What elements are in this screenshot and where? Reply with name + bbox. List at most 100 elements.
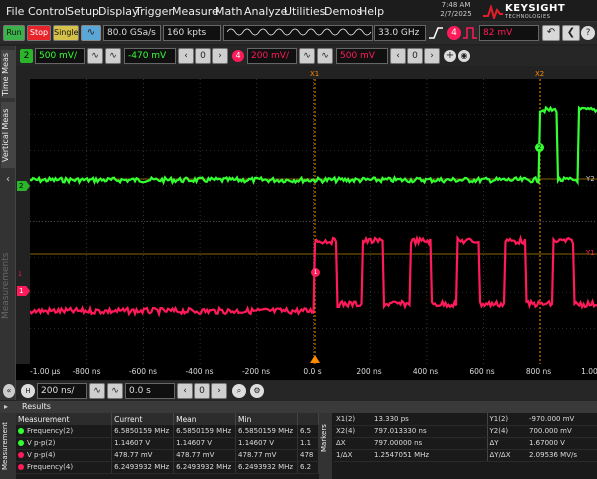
zoom-icon[interactable]: ⌕ xyxy=(232,384,246,398)
trigger-position-icon[interactable] xyxy=(310,355,320,363)
marker-value: 797.013330 ns xyxy=(372,425,488,438)
sample-rate-field[interactable]: 80.0 GSa/s xyxy=(103,25,161,41)
trigger-level-field[interactable]: 82 mV xyxy=(479,25,539,41)
min-value: 1.14607 V xyxy=(235,437,298,450)
time-position-field[interactable]: 0.0 s xyxy=(125,383,175,399)
measurement-label: V p-p(4) xyxy=(27,451,56,459)
time-tick-label: -1.00 µs xyxy=(30,367,61,376)
ch2-offset-zero-icon[interactable]: 0 xyxy=(195,48,211,64)
menu-utilities[interactable]: Utilities xyxy=(284,5,325,18)
menu-help[interactable]: Help xyxy=(359,5,384,18)
tab-measurement[interactable]: Measurement xyxy=(1,415,15,477)
horizontal-menu-icon[interactable]: H xyxy=(21,384,35,398)
time-tick-label: 0.0 s xyxy=(303,367,322,376)
clock-date: 2/7/2025 xyxy=(440,10,472,18)
menu-control[interactable]: Control xyxy=(28,5,68,18)
time-tick-label: -400 ns xyxy=(185,367,214,376)
trigger-source-icon[interactable]: 4 xyxy=(447,26,461,40)
col-mean: Mean xyxy=(173,413,237,425)
marker-value: 1.2547051 MHz xyxy=(372,449,488,462)
single-button[interactable]: Single xyxy=(53,25,79,41)
channel-dot-icon xyxy=(18,452,24,458)
current-value: 1.14607 V xyxy=(111,437,175,450)
ch4-offset-left-icon[interactable]: ‹ xyxy=(390,48,406,64)
ch4-offset-field[interactable]: 500 mV xyxy=(336,48,388,64)
menu-measure[interactable]: Measure xyxy=(172,5,219,18)
menu-math[interactable]: Math xyxy=(215,5,243,18)
results-collapse-icon[interactable]: ▸ xyxy=(4,402,8,411)
measurement-label: Frequency(4) xyxy=(27,463,74,471)
position-left-icon[interactable]: ‹ xyxy=(177,383,193,399)
menu-setup[interactable]: Setup xyxy=(67,5,99,18)
bandwidth-field[interactable]: 33.0 GHz xyxy=(374,25,426,41)
ch2-offset-left-icon[interactable]: ‹ xyxy=(178,48,194,64)
position-right-icon[interactable]: › xyxy=(211,383,227,399)
ch2-scale-up-icon[interactable]: ∿ xyxy=(105,48,121,64)
table-row[interactable]: Frequency(4) 6.2493932 MHz 6.2493932 MHz 6.… xyxy=(16,461,319,474)
horizontal-collapse-icon[interactable]: « xyxy=(3,384,15,398)
help-icon[interactable]: ? xyxy=(581,26,595,40)
trigger-slope-icon[interactable] xyxy=(462,26,478,40)
menu-demos[interactable]: Demos xyxy=(324,5,362,18)
measurement-name: Frequency(2) xyxy=(16,425,113,438)
horizontal-bar: « H 200 ns/ ∿ ∿ 0.0 s ‹ 0 › ⌕ ⚙ xyxy=(3,381,597,401)
autoscale-icon[interactable]: ∿ xyxy=(81,25,101,41)
table-row[interactable]: V p-p(4) 478.77 mV 478.77 mV 478.77 mV 478 xyxy=(16,449,319,462)
channel-4-badge[interactable]: 4 xyxy=(232,50,244,62)
marker-row: 1/ΔX 1.2547051 MHz ΔY/ΔX 2.09536 MV/s xyxy=(334,449,597,462)
brand-logo: KEYSIGHT TECHNOLOGIES xyxy=(483,3,593,21)
tab-vertical-meas[interactable]: Vertical Meas xyxy=(1,102,15,168)
brand-name: KEYSIGHT xyxy=(505,3,566,14)
undo-icon[interactable]: ↶ xyxy=(542,25,560,41)
measurement-label: V p-p(2) xyxy=(27,439,56,447)
menu-trigger[interactable]: Trigger xyxy=(135,5,173,18)
panel-collapse-icon[interactable]: ‹ xyxy=(1,174,15,194)
add-channel-icon[interactable]: + xyxy=(444,50,456,62)
horizontal-settings-icon[interactable]: ⚙ xyxy=(250,384,264,398)
back-icon[interactable]: ❮ xyxy=(562,25,580,41)
markers-table: X1(2) 13.330 ps Y1(2) -970.000 mV X2(4) 797.0… xyxy=(334,413,597,462)
ch2-ground-marker[interactable]: 2 xyxy=(17,181,30,191)
trigger-edge-icon[interactable] xyxy=(428,26,444,40)
min-value: 6.5850159 MHz xyxy=(235,425,298,438)
ch2-scale-field[interactable]: 500 mV/ xyxy=(35,48,85,64)
max-value: 6.2 xyxy=(297,461,319,474)
ch2-offset-right-icon[interactable]: › xyxy=(212,48,228,64)
time-scale-field[interactable]: 200 ns/ xyxy=(37,383,87,399)
menu-file[interactable]: File xyxy=(6,5,24,18)
cursor-y2-label: Y2 xyxy=(586,175,595,183)
tab-time-meas[interactable]: Time Meas xyxy=(1,50,15,98)
time-scale-up-icon[interactable]: ∿ xyxy=(107,383,123,399)
ch4-scale-up-icon[interactable]: ∿ xyxy=(317,48,333,64)
waveform-display[interactable]: X1 X2 Y2 Y1 2 1 xyxy=(29,70,597,364)
ch2-scale-down-icon[interactable]: ∿ xyxy=(87,48,103,64)
ch4-scale-field[interactable]: 200 mV/ xyxy=(247,48,297,64)
channel-2-badge[interactable]: 2 xyxy=(20,49,33,63)
marker-value-2: 2.09536 MV/s xyxy=(527,449,597,462)
stop-button[interactable]: Stop xyxy=(27,25,51,41)
time-scale-down-icon[interactable]: ∿ xyxy=(89,383,105,399)
run-button[interactable]: Run xyxy=(3,25,25,41)
marker-key-2: ΔY xyxy=(487,437,527,450)
cursor-x1-label: X1 xyxy=(310,70,320,78)
points-field[interactable]: 160 kpts xyxy=(163,25,221,41)
results-side: Measurement xyxy=(0,413,16,479)
ch2-offset-field[interactable]: -470 mV xyxy=(124,48,176,64)
menu-analyze[interactable]: Analyze xyxy=(244,5,287,18)
channel-dot-icon xyxy=(18,440,24,446)
ch4-scale-down-icon[interactable]: ∿ xyxy=(299,48,315,64)
channel-menu-icon[interactable]: ◉ xyxy=(458,50,470,62)
ch4-offset-zero-icon[interactable]: 0 xyxy=(407,48,423,64)
channel-dot-icon xyxy=(18,427,24,434)
table-row[interactable]: V p-p(2) 1.14607 V 1.14607 V 1.14607 V 1.1 xyxy=(16,437,319,450)
position-zero-icon[interactable]: 0 xyxy=(194,383,210,399)
ch4-offset-right-icon[interactable]: › xyxy=(424,48,440,64)
table-row[interactable]: Frequency(2) 6.5850159 MHz 6.5850159 MHz 6.… xyxy=(16,425,319,438)
bandwidth-filter-display[interactable] xyxy=(223,25,373,41)
tab-measurements[interactable]: Measurements xyxy=(1,236,15,336)
ch4-ground-marker[interactable]: 1 xyxy=(17,286,30,296)
marker-key: ΔX xyxy=(334,437,372,450)
menu-display[interactable]: Display xyxy=(98,5,139,18)
tab-markers[interactable]: Markers xyxy=(320,415,334,461)
menu-bar: File Control Setup Display Trigger Measu… xyxy=(0,0,597,22)
